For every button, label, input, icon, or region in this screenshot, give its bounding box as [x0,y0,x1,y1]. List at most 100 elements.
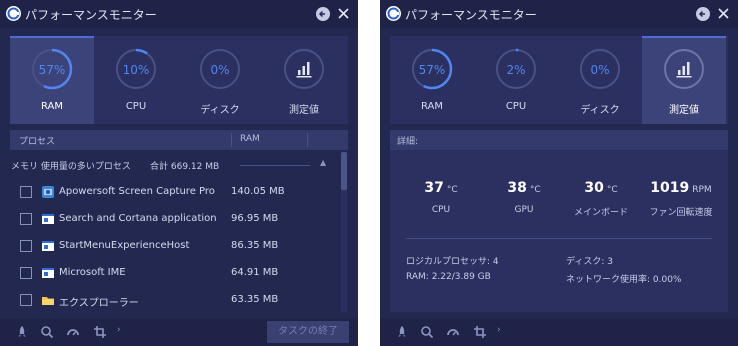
mainboard-temperature: 30 °C メインボード [556,180,646,218]
list-item[interactable]: StartMenuExperienceHost 86.35 MB [10,233,340,259]
metric-unit: RPM [692,185,712,195]
speedometer-icon[interactable] [66,325,80,339]
process-name: Search and Cortana application [59,213,217,224]
row-checkbox[interactable] [20,213,32,225]
measurements-gauge-ring [284,49,324,89]
network-usage: ネットワーク使用率: 0.00% [566,275,682,285]
arrow-left-icon[interactable] [316,7,330,21]
ram-gauge-label: RAM [420,101,443,112]
column-header-process[interactable]: プロセス [19,134,55,147]
tab-disk[interactable]: 0% ディスク [558,36,642,124]
more-chevron-icon[interactable]: › [497,325,501,335]
ram-gauge-value: 57% [38,63,66,77]
app-icon [42,186,54,198]
list-item[interactable]: エクスプローラー 63.35 MB [10,287,340,313]
cpu-temperature: 37 °C CPU [396,180,486,215]
end-task-button[interactable]: タスクの終了 [267,321,349,343]
measurements-gauge-label: 測定値 [669,105,699,116]
tab-disk[interactable]: 0% ディスク [178,36,262,124]
process-ram: 64.91 MB [231,267,279,278]
column-header-ram[interactable]: RAM [240,134,260,144]
row-checkbox[interactable] [20,186,32,198]
list-item[interactable]: Search and Cortana application 96.95 MB [10,206,340,232]
scrollbar-thumb[interactable] [341,152,347,190]
list-item[interactable]: Microsoft IME 64.91 MB [10,260,340,286]
logical-processors: ロジカルプロセッサ: 4 [406,257,499,267]
bar-chart-icon [296,62,312,78]
gauge-tabs: 57% RAM 10% CPU 0% ディスク 測定値 [10,36,348,124]
group-label: メモリ 使用量の多いプロセス [11,162,131,172]
search-icon[interactable] [40,325,54,339]
details-label: 詳細: [397,137,419,147]
process-name: エクスプローラー [59,298,139,309]
app-logo-icon [6,6,21,21]
rocket-icon[interactable] [15,325,29,339]
cpu-gauge-value: 10% [122,63,150,77]
row-checkbox[interactable] [20,240,32,252]
metric-value: 38 [507,180,527,196]
details-panel: 37 °C CPU 38 °C GPU 30 °C メインボード 1019 RPM ファ… [390,150,728,312]
process-list-header: プロセス RAM [10,130,348,150]
ram-gauge-value: 57% [418,63,446,77]
crop-icon[interactable] [473,325,487,339]
disk-gauge-value: 0% [590,63,610,77]
process-name: StartMenuExperienceHost [59,240,190,251]
metric-label: メインボード [573,208,628,218]
bottom-toolbar: › タスクの終了 [0,318,358,346]
tab-measurements[interactable]: 測定値 [642,36,726,124]
details-header: 詳細: [390,130,728,150]
disk-count: ディスク: 3 [566,257,613,267]
close-icon[interactable] [716,6,731,21]
cpu-gauge-value: 2% [506,63,526,77]
process-ram: 96.95 MB [231,213,279,224]
close-icon[interactable] [336,6,351,21]
process-ram: 86.35 MB [231,240,279,251]
tab-measurements[interactable]: 測定値 [262,36,346,124]
folder-icon [42,297,54,305]
bottom-toolbar: › [380,318,738,346]
rocket-icon[interactable] [395,325,409,339]
tab-ram[interactable]: 57% RAM [390,36,474,124]
cpu-gauge-label: CPU [125,101,147,112]
process-ram: 63.35 MB [231,294,279,305]
window-icon [42,241,54,251]
collapse-caret-icon[interactable]: ▲ [320,158,326,167]
tab-cpu[interactable]: 2% CPU [474,36,558,124]
window-title: パフォーマンスモニター [405,8,537,22]
gauge-tabs: 57% RAM 2% CPU 0% ディスク 測定値 [390,36,728,124]
metric-label: ファン回転速度 [649,208,713,218]
speedometer-icon[interactable] [446,325,460,339]
tab-ram[interactable]: 57% RAM [10,36,94,124]
title-bar: パフォーマンスモニター [380,0,738,28]
group-divider [240,165,310,166]
process-ram: 140.05 MB [231,186,285,197]
arrow-left-icon[interactable] [696,7,710,21]
metric-value: 1019 [650,180,690,196]
ram-usage: RAM: 2.22/3.89 GB [406,272,491,282]
process-name: Apowersoft Screen Capture Pro [59,186,215,197]
search-icon[interactable] [420,325,434,339]
memory-group-header[interactable]: メモリ 使用量の多いプロセス 合計 669.12 MB ▲ [10,155,340,175]
metric-value: 37 [424,180,444,196]
disk-gauge-value: 0% [210,63,230,77]
more-chevron-icon[interactable]: › [117,325,121,335]
app-logo-icon [386,6,401,21]
column-divider [307,133,308,147]
ram-gauge-label: RAM [40,101,63,112]
row-checkbox[interactable] [20,294,32,306]
row-checkbox[interactable] [20,267,32,279]
window-icon [42,268,54,278]
process-name: Microsoft IME [59,267,126,278]
crop-icon[interactable] [93,325,107,339]
title-bar: パフォーマンスモニター [0,0,358,28]
metric-unit: °C [529,185,541,195]
metric-unit: °C [446,185,458,195]
measurements-gauge-ring [664,49,704,89]
metric-label: CPU [431,205,451,215]
group-total: 合計 669.12 MB [150,162,220,172]
disk-gauge-label: ディスク [580,105,620,116]
performance-monitor-ram-panel: パフォーマンスモニター 57% RAM 10% CPU 0% ディスク 測定値 … [0,0,358,346]
cpu-gauge-label: CPU [505,101,527,112]
tab-cpu[interactable]: 10% CPU [94,36,178,124]
list-item[interactable]: Apowersoft Screen Capture Pro 140.05 MB [10,179,340,205]
